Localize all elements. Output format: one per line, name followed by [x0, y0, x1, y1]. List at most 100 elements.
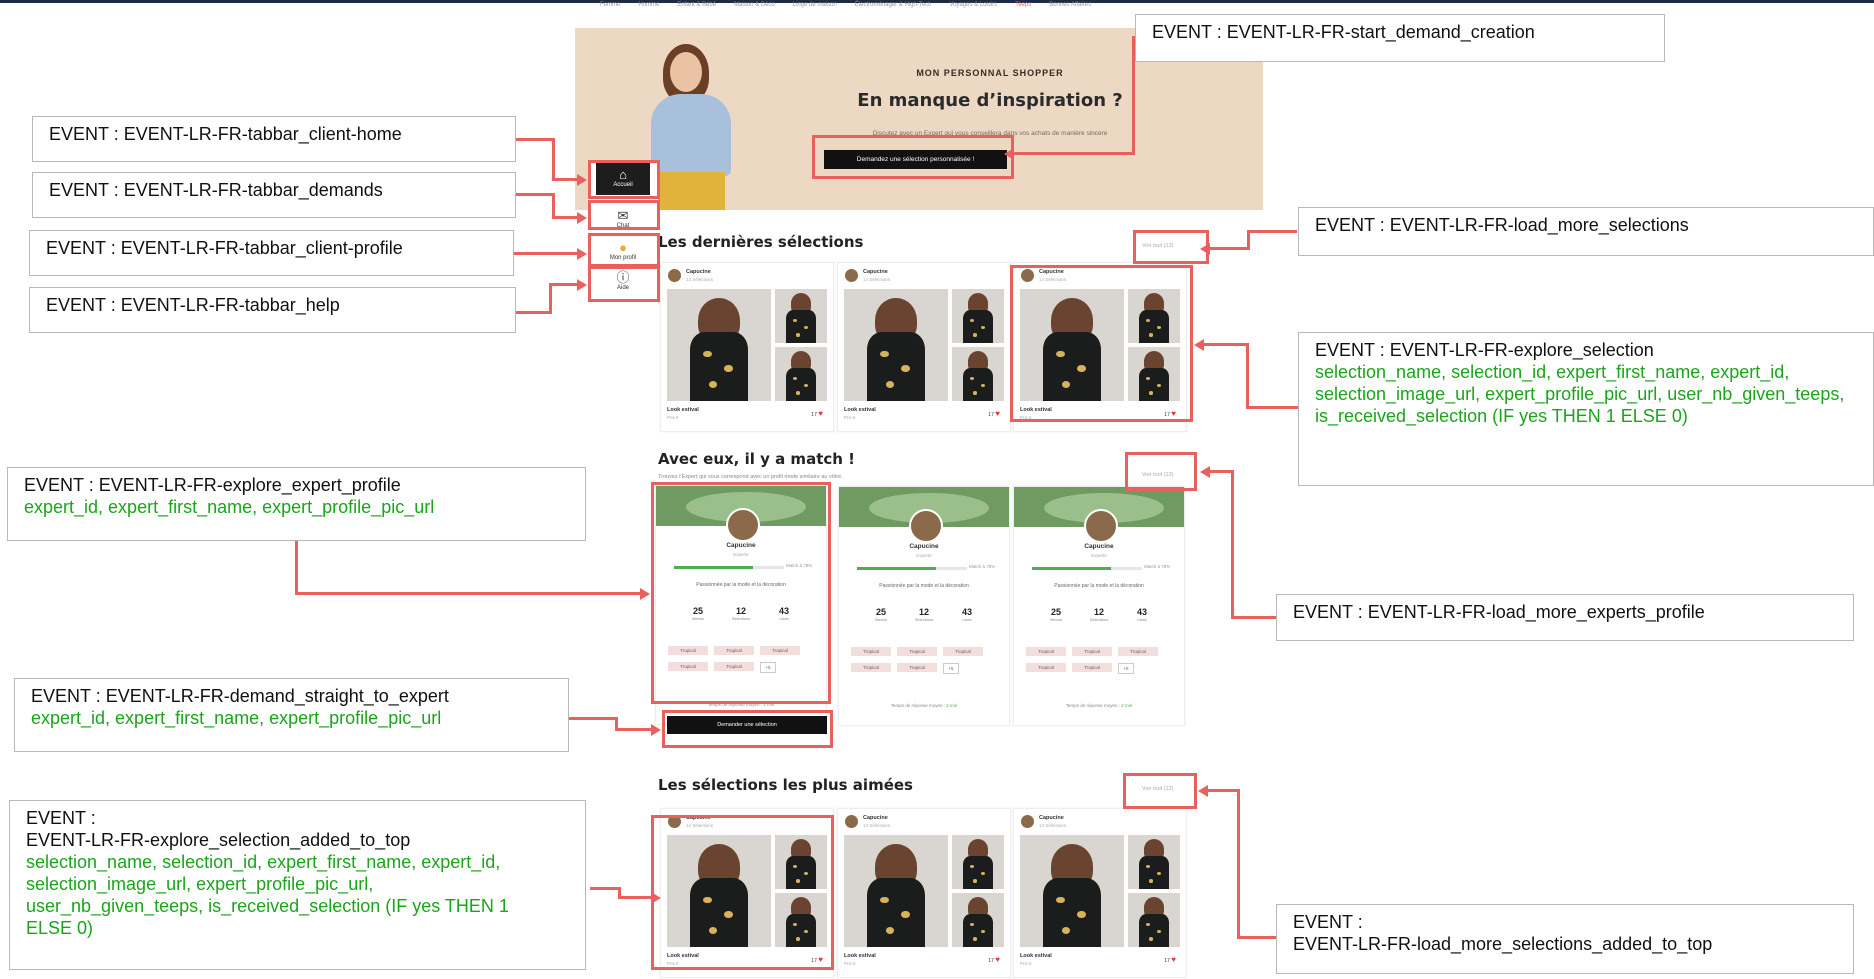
- selection-count: 14 Sélections: [863, 823, 891, 828]
- event-name-line1: EVENT :: [1293, 912, 1363, 932]
- tag-row: Tropical Tropical +5: [1026, 663, 1134, 674]
- expert-stat: 25 Mercis: [1036, 607, 1076, 622]
- highlight-expert-card: [651, 482, 831, 704]
- highlight-tab-chat: [588, 200, 660, 230]
- selection-look-title: Look estival: [844, 953, 876, 959]
- selection-count: 14 Sélections: [1039, 823, 1067, 828]
- event-label-start-demand: EVENT : EVENT-LR-FR-start_demand_creatio…: [1135, 14, 1665, 62]
- highlight-top-see-all: [1123, 773, 1197, 809]
- expert-stat-value: 43: [1136, 607, 1147, 617]
- style-tag: Tropical: [1026, 663, 1066, 672]
- nav-item[interactable]: Voyages & Loisirs: [949, 2, 997, 14]
- match-percent: Match à 78%: [969, 564, 996, 569]
- match-progress-bar: [1032, 567, 1142, 570]
- highlight-match-see-all: [1125, 452, 1197, 491]
- selection-thumb-image: [952, 289, 1004, 343]
- expert-stat-value: 25: [1050, 607, 1061, 617]
- event-label-explore-expert: EVENT : EVENT-LR-FR-explore_expert_profi…: [7, 467, 586, 541]
- event-label-explore-selection: EVENT : EVENT-LR-FR-explore_selection se…: [1298, 332, 1874, 486]
- nav-item[interactable]: Maison & Déco: [734, 2, 775, 14]
- selection-thumb-image: [952, 893, 1004, 947]
- event-params: expert_id, expert_first_name, expert_pro…: [24, 497, 435, 517]
- event-name-line2: EVENT-LR-FR-explore_selection_added_to_t…: [26, 830, 411, 850]
- expert-stat-label: Likes: [962, 617, 972, 622]
- nav-item[interactable]: Homme: [638, 2, 659, 14]
- selection-thumb-image: [1128, 835, 1180, 889]
- expert-avatar: [668, 269, 681, 282]
- event-name: EVENT : EVENT-LR-FR-explore_expert_profi…: [24, 475, 401, 495]
- like-count: 17 ♥: [811, 409, 823, 418]
- heart-icon[interactable]: ♥: [995, 409, 1000, 418]
- more-tags-badge[interactable]: +5: [1118, 663, 1134, 674]
- event-label-load-more-selections: EVENT : EVENT-LR-FR-load_more_selections: [1298, 207, 1874, 256]
- top-section-title: Les sélections les plus aimées: [658, 776, 913, 794]
- expert-stat-label: Mercis: [875, 617, 887, 622]
- match-progress-fill: [857, 567, 937, 570]
- response-time-label: Temps de réponse moyen :: [890, 703, 945, 708]
- like-count-value: 17: [1164, 958, 1170, 964]
- expert-role: Experte: [1091, 553, 1107, 558]
- like-count-value: 17: [988, 412, 994, 418]
- like-count-value: 17: [811, 412, 817, 418]
- match-percent: Match à 78%: [1144, 564, 1171, 569]
- expert-name: Capucine: [863, 269, 888, 275]
- event-params: selection_name, selection_id, expert_fir…: [1315, 362, 1845, 426]
- selection-count: 14 Sélections: [686, 277, 714, 282]
- selection-card[interactable]: Capucine 14 Sélections Look estival Prix € 1…: [660, 262, 834, 432]
- nav-item[interactable]: Enfant & Bébé: [677, 2, 716, 14]
- latest-section-title: Les dernières sélections: [658, 233, 864, 251]
- selection-card[interactable]: Capucine 14 Sélections Look estival Prix € 1…: [837, 808, 1011, 978]
- expert-name: Capucine: [909, 543, 939, 550]
- like-count: 17 ♥: [988, 955, 1000, 964]
- heart-icon[interactable]: ♥: [995, 955, 1000, 964]
- selection-card[interactable]: Capucine 14 Sélections Look estival Prix € 1…: [837, 262, 1011, 432]
- nav-item[interactable]: Bonnes Affaires: [1049, 2, 1091, 14]
- selection-card[interactable]: Capucine 14 Sélections Look estival Prix € 1…: [1013, 808, 1187, 978]
- expert-stat-value: 12: [918, 607, 929, 617]
- expert-bio: Passionnée par la mode et la décoration: [879, 583, 969, 589]
- expert-stat: 43 Likes: [1122, 607, 1162, 622]
- expert-avatar: [1021, 815, 1034, 828]
- selection-thumb-image: [952, 835, 1004, 889]
- event-name-line2: EVENT-LR-FR-load_more_selections_added_t…: [1293, 934, 1713, 954]
- nav-item[interactable]: Linge de maison: [793, 2, 837, 14]
- event-label-tab-home: EVENT : EVENT-LR-FR-tabbar_client-home: [32, 116, 516, 162]
- style-tag: Tropical: [1118, 647, 1158, 656]
- event-params: expert_id, expert_first_name, expert_pro…: [31, 708, 442, 728]
- style-tag: Tropical: [943, 647, 983, 656]
- more-tags-badge[interactable]: +5: [943, 663, 959, 674]
- heart-icon[interactable]: ♥: [818, 409, 823, 418]
- event-params: selection_name, selection_id, expert_fir…: [26, 852, 509, 938]
- heart-icon[interactable]: ♥: [1171, 955, 1176, 964]
- selection-thumb-image: [775, 289, 827, 343]
- match-progress-bar: [857, 567, 967, 570]
- selection-thumb-image: [775, 347, 827, 401]
- event-label-load-more-experts: EVENT : EVENT-LR-FR-load_more_experts_pr…: [1276, 594, 1854, 641]
- expert-stat: 12 Sélections: [1079, 607, 1119, 622]
- expert-avatar: [845, 815, 858, 828]
- like-count: 17 ♥: [1164, 955, 1176, 964]
- expert-role: Experte: [916, 553, 932, 558]
- style-tag: Tropical: [851, 663, 891, 672]
- style-tag: Tropical: [1026, 647, 1066, 656]
- connector-line: [1014, 152, 1135, 155]
- expert-bio: Passionnée par la mode et la décoration: [1054, 583, 1144, 589]
- nav-item[interactable]: Femme: [600, 2, 620, 14]
- expert-card[interactable]: Capucine Experte Match à 78% Passionnée par…: [1013, 486, 1185, 726]
- selection-main-image: [667, 289, 771, 401]
- style-tag: Tropical: [897, 663, 937, 672]
- nav-item-active[interactable]: Teeps: [1015, 2, 1031, 14]
- like-count: 17 ♥: [988, 409, 1000, 418]
- hero-title: En manque d’inspiration ?: [857, 90, 1123, 111]
- selection-look-title: Look estival: [844, 407, 876, 413]
- match-progress-fill: [1032, 567, 1112, 570]
- arrow-head: [1004, 148, 1014, 160]
- expert-avatar: [909, 509, 943, 543]
- selection-look-title: Look estival: [667, 407, 699, 413]
- expert-card[interactable]: Capucine Experte Match à 78% Passionnée par…: [838, 486, 1010, 726]
- tag-row: Tropical Tropical Tropical: [851, 647, 983, 656]
- response-time-label: Temps de réponse moyen :: [1065, 703, 1120, 708]
- nav-item[interactable]: Électroménager & High-Tech: [855, 2, 932, 14]
- selection-main-image: [1020, 835, 1124, 947]
- expert-stat-label: Mercis: [1050, 617, 1062, 622]
